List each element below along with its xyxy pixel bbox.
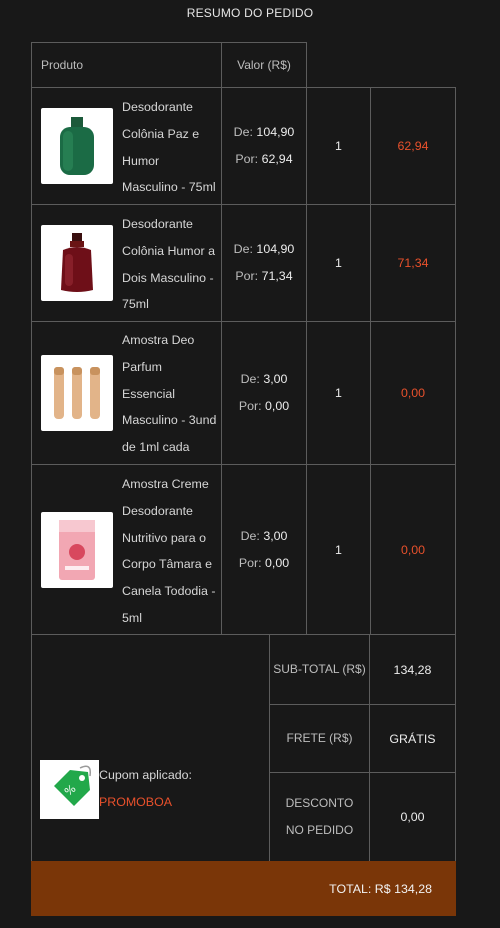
price-por: 0,00 — [265, 399, 290, 413]
quantity: 1 — [335, 139, 342, 153]
page-title: RESUMO DO PEDIDO — [186, 6, 314, 20]
item-total: 62,94 — [397, 139, 429, 153]
por-label: Por: — [235, 152, 259, 166]
item-total: 71,34 — [397, 256, 429, 270]
product-name-3-line-4: Masculino - 3und — [122, 413, 217, 428]
price-por: 0,00 — [265, 555, 290, 570]
frete-value: GRÁTIS — [389, 731, 436, 746]
product-name-4-line-4: Corpo Tâmara e — [122, 557, 212, 572]
percent-tag-icon: % — [40, 760, 99, 819]
product-name-4-line-5: Canela Tododia - — [122, 584, 216, 599]
item-total: 0,00 — [400, 386, 426, 400]
product-name-1-line-4: Masculino - 75ml — [122, 180, 216, 195]
quantity: 1 — [335, 386, 342, 400]
product-name-1-line-3: Humor — [122, 153, 160, 168]
coupon-area — [31, 634, 270, 862]
product-name-3-line-2: Parfum — [122, 359, 162, 374]
product-name-3: Amostra Deo Parfum Essencial Masculino -… — [122, 327, 216, 461]
subtotal-label-cell: SUB-TOTAL (R$) — [269, 634, 370, 705]
header-produto: Produto — [31, 42, 222, 88]
price-por: 71,34 — [261, 269, 293, 283]
qty-cell-1: 1 — [306, 87, 371, 205]
total-cell-4: 0,00 — [370, 464, 456, 635]
de-label: De: — [233, 242, 253, 256]
item-total: 0,00 — [400, 542, 426, 557]
qty-cell-4: 1 — [306, 464, 371, 635]
product-name-3-line-3: Essencial — [122, 386, 176, 401]
price-cell-2: De: 104,90 Por: 71,34 — [221, 204, 307, 322]
de-label: De: — [240, 528, 260, 543]
green-perfume-bottle-image — [41, 108, 113, 184]
total-bar: TOTAL: R$ 134,28 — [31, 861, 456, 916]
por-label: Por: — [235, 269, 259, 283]
desconto-value-cell: 0,00 — [369, 772, 456, 862]
desconto-label-line-2: NO PEDIDO — [285, 823, 354, 837]
por-label: Por: — [238, 399, 262, 413]
price-de: 104,90 — [256, 242, 295, 256]
frete-label: FRETE (R$) — [286, 731, 353, 745]
desconto-label-cell: DESCONTO NO PEDIDO — [269, 772, 370, 862]
total-cell-2: 71,34 — [370, 204, 456, 322]
product-name-3-line-5: de 1ml cada — [122, 440, 190, 455]
product-name-4-line-1: Amostra Creme — [122, 477, 209, 491]
frete-value-cell: GRÁTIS — [369, 704, 456, 773]
coupon-code: PROMOBOA — [99, 795, 172, 809]
product-cell-2: Desodorante Colônia Humor a Dois Masculi… — [31, 204, 222, 322]
product-cell-4: Amostra Creme Desodorante Nutritivo para… — [31, 464, 222, 635]
product-cell-1: Desodorante Colônia Paz e Humor Masculin… — [31, 87, 222, 205]
total-cell-1: 62,94 — [370, 87, 456, 205]
cream-sachet-image — [41, 512, 113, 588]
product-name-2-line-2: Colônia Humor a — [122, 243, 215, 258]
coupon-label: Cupom aplicado: — [99, 768, 192, 782]
order-total: TOTAL: R$ 134,28 — [329, 881, 432, 896]
price-cell-3: De: 3,00 Por: 0,00 — [221, 321, 307, 465]
product-name-1-line-2: Colônia Paz e — [122, 126, 200, 141]
product-name-3-line-1: Amostra Deo — [122, 333, 195, 347]
frete-label-cell: FRETE (R$) — [269, 704, 370, 773]
subtotal-label: SUB-TOTAL (R$) — [273, 662, 366, 676]
product-name-2-line-4: 75ml — [122, 297, 149, 312]
de-label: De: — [233, 125, 253, 139]
price-cell-4: De: 3,00 Por: 0,00 — [221, 464, 307, 635]
price-por: 62,94 — [261, 152, 293, 166]
desconto-label-line-1: DESCONTO — [285, 796, 354, 810]
product-name-1-line-1: Desodorante — [122, 100, 193, 114]
product-name-1: Desodorante Colônia Paz e Humor Masculin… — [122, 94, 216, 201]
subtotal-value: 134,28 — [393, 662, 432, 677]
total-cell-3: 0,00 — [370, 321, 456, 465]
product-name-4-line-2: Desodorante — [122, 503, 193, 518]
price-de: 3,00 — [263, 528, 288, 543]
qty-cell-3: 1 — [306, 321, 371, 465]
product-name-4: Amostra Creme Desodorante Nutritivo para… — [122, 471, 215, 632]
price-de: 3,00 — [263, 372, 288, 386]
product-name-2: Desodorante Colônia Humor a Dois Masculi… — [122, 211, 215, 318]
subtotal-value-cell: 134,28 — [369, 634, 456, 705]
price-de: 104,90 — [256, 125, 295, 139]
product-name-4-line-3: Nutritivo para o — [122, 530, 207, 545]
header-valor: Valor (R$) — [221, 42, 307, 88]
quantity: 1 — [335, 542, 342, 557]
sample-vials-image — [41, 355, 113, 431]
product-name-2-line-3: Dois Masculino - — [122, 270, 214, 285]
por-label: Por: — [238, 555, 262, 570]
red-perfume-bottle-image — [41, 225, 113, 301]
product-name-2-line-1: Desodorante — [122, 217, 193, 231]
product-cell-3: Amostra Deo Parfum Essencial Masculino -… — [31, 321, 222, 465]
de-label: De: — [240, 372, 260, 386]
price-cell-1: De: 104,90 Por: 62,94 — [221, 87, 307, 205]
quantity: 1 — [335, 256, 342, 270]
desconto-value: 0,00 — [400, 810, 425, 824]
product-name-4-line-6: 5ml — [122, 610, 142, 625]
qty-cell-2: 1 — [306, 204, 371, 322]
